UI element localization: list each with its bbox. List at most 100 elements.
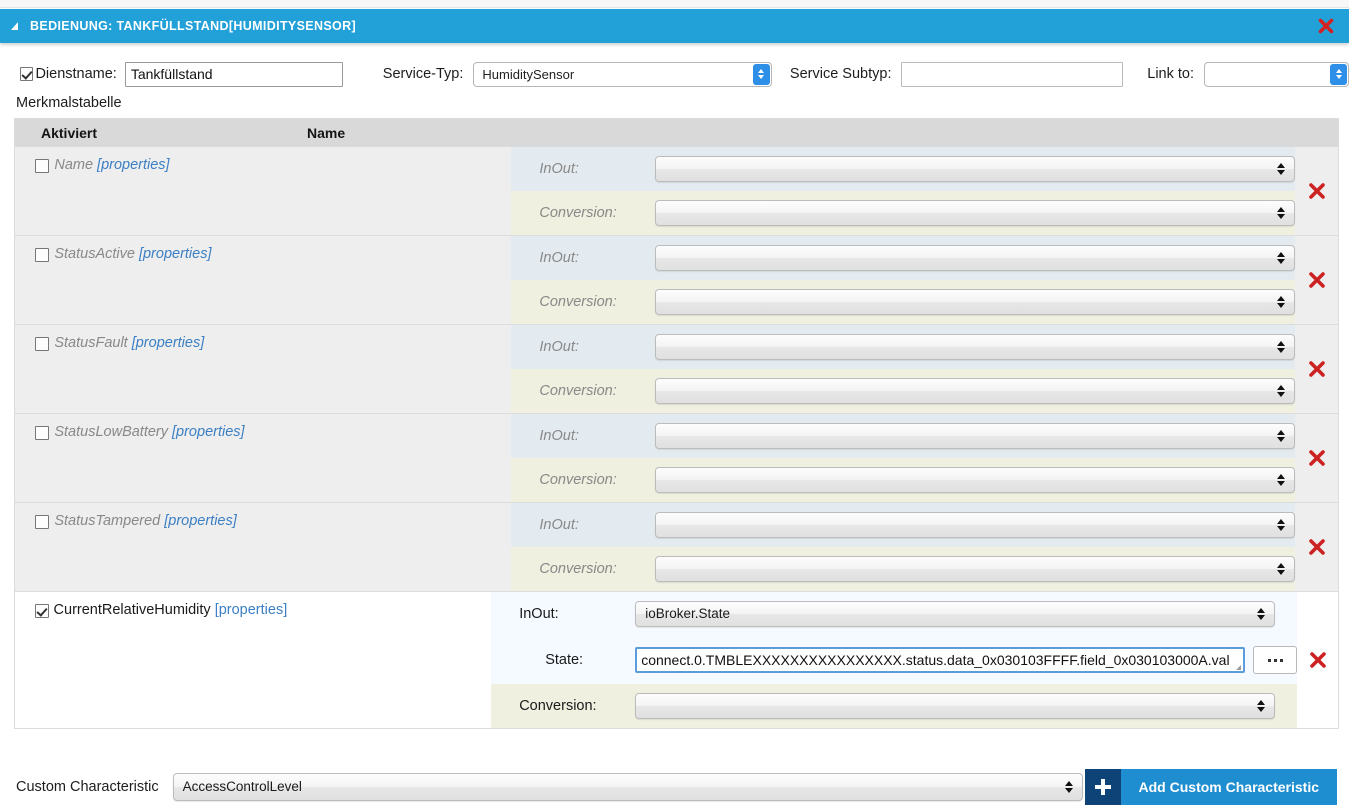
triangle-updown-icon [1277, 430, 1286, 442]
row-fields-cell: InOut: Conversion: [511, 147, 1296, 235]
row-name-cell: Name [properties] [54, 147, 511, 235]
conversion-subrow: Conversion: [511, 280, 1296, 324]
inout-select-0[interactable] [655, 156, 1296, 182]
inout-label: InOut: [539, 161, 579, 177]
row-enabled-checkbox[interactable] [35, 604, 49, 618]
state-label: State: [545, 652, 584, 668]
row-name-cell: StatusLowBattery [properties] [54, 414, 511, 502]
add-custom-characteristic-button[interactable]: Add Custom Characteristic [1084, 769, 1337, 805]
delete-x-icon[interactable] [1308, 650, 1328, 670]
properties-link[interactable]: [properties] [172, 424, 245, 440]
inout-select-2[interactable] [655, 334, 1296, 360]
column-header-enabled: Aktiviert [41, 125, 98, 141]
conversion-select-5[interactable] [635, 693, 1276, 719]
panel-title: BEDIENUNG: TANKFÜLLSTAND[HUMIDITYSENSOR] [30, 19, 357, 33]
conversion-subrow: Conversion: [511, 191, 1296, 235]
inout-select-5[interactable]: ioBroker.State [635, 601, 1276, 627]
characteristic-name: StatusLowBattery [54, 424, 169, 440]
inout-label: InOut: [539, 428, 579, 444]
row-name-cell: CurrentRelativeHumidity [properties] [54, 592, 492, 728]
row-fields-cell: InOut: Conversion: [511, 414, 1296, 502]
characteristics-table: Aktiviert Name Name [properties] InOut: Con… [14, 118, 1339, 729]
conversion-subrow: Conversion: [511, 547, 1296, 591]
conversion-label: Conversion: [539, 561, 617, 577]
resize-grip-icon[interactable] [1234, 647, 1243, 673]
servicetype-label: Service-Typ: [382, 66, 464, 82]
conversion-label: Conversion: [539, 383, 617, 399]
triangle-updown-icon [1277, 519, 1286, 531]
triangle-updown-icon [1277, 207, 1286, 219]
servicename-input[interactable] [124, 61, 343, 87]
conversion-select-0[interactable] [655, 200, 1296, 226]
table-row: Name [properties] InOut: Conversion: [15, 147, 1338, 236]
row-delete-cell [1297, 592, 1338, 728]
browse-state-button[interactable] [1253, 646, 1298, 674]
properties-link[interactable]: [properties] [215, 602, 288, 618]
triangle-updown-icon [1277, 474, 1286, 486]
conversion-select-4[interactable] [655, 556, 1296, 582]
inout-subrow: InOut: [511, 325, 1296, 369]
chevron-updown-icon [1330, 63, 1348, 85]
add-custom-characteristic-label: Add Custom Characteristic [1120, 769, 1337, 805]
conversion-subrow: Conversion: [511, 458, 1296, 502]
conversion-subrow: Conversion: [511, 369, 1296, 413]
inout-label: InOut: [539, 517, 579, 533]
inout-select-4[interactable] [655, 512, 1296, 538]
servicename-label: Dienstname: [35, 66, 117, 82]
linkto-select[interactable] [1204, 61, 1349, 87]
properties-link[interactable]: [properties] [164, 513, 237, 529]
row-enabled-checkbox[interactable] [35, 426, 49, 440]
row-enabled-checkbox[interactable] [35, 248, 49, 262]
inout-subrow: InOut: ioBroker.State [491, 592, 1298, 636]
servicetype-select[interactable]: HumiditySensor [473, 61, 772, 87]
custom-characteristic-value: AccessControlLevel [182, 779, 302, 794]
table-caption: Merkmalstabelle [16, 95, 122, 111]
conversion-select-2[interactable] [655, 378, 1296, 404]
conversion-select-1[interactable] [655, 289, 1296, 315]
delete-x-icon[interactable] [1307, 359, 1327, 379]
characteristic-name: StatusTampered [54, 513, 161, 529]
row-fields-cell: InOut: Conversion: [511, 503, 1296, 591]
servicesubtype-input[interactable] [901, 61, 1124, 87]
panel-header: BEDIENUNG: TANKFÜLLSTAND[HUMIDITYSENSOR] [0, 9, 1349, 43]
inout-label: InOut: [539, 339, 579, 355]
row-enabled-checkbox[interactable] [35, 515, 49, 529]
service-form-row: Dienstname: Service-Typ: HumiditySensor … [0, 58, 1349, 90]
inout-label: InOut: [539, 250, 579, 266]
conversion-label: Conversion: [539, 472, 617, 488]
custom-characteristic-select[interactable]: AccessControlLevel [172, 773, 1083, 801]
inout-select-3[interactable] [655, 423, 1296, 449]
delete-x-icon[interactable] [1307, 270, 1327, 290]
row-delete-cell [1295, 414, 1338, 502]
conversion-subrow: Conversion: [491, 684, 1298, 728]
inout-subrow: InOut: [511, 414, 1296, 458]
row-fields-cell: InOut: Conversion: [511, 236, 1296, 324]
row-delete-cell [1295, 503, 1338, 591]
row-enabled-checkbox[interactable] [35, 159, 49, 173]
triangle-updown-icon [1277, 341, 1286, 353]
properties-link[interactable]: [properties] [97, 157, 170, 173]
table-row: CurrentRelativeHumidity [properties] InOut… [15, 592, 1338, 729]
row-name-cell: StatusFault [properties] [54, 325, 511, 413]
characteristic-name: StatusActive [54, 246, 135, 262]
delete-x-icon[interactable] [1307, 448, 1327, 468]
row-enable-cell [15, 592, 54, 728]
state-input[interactable] [635, 647, 1246, 673]
inout-select-1[interactable] [655, 245, 1296, 271]
row-delete-cell [1295, 147, 1338, 235]
table-row: StatusLowBattery [properties] InOut: Conver… [15, 414, 1338, 503]
collapse-caret-icon[interactable] [10, 19, 24, 33]
close-x-icon[interactable] [1317, 17, 1335, 35]
characteristic-name: StatusFault [54, 335, 128, 351]
row-enable-cell [15, 503, 54, 591]
properties-link[interactable]: [properties] [139, 246, 212, 262]
delete-x-icon[interactable] [1307, 181, 1327, 201]
row-enabled-checkbox[interactable] [35, 337, 49, 351]
conversion-select-3[interactable] [655, 467, 1296, 493]
delete-x-icon[interactable] [1307, 537, 1327, 557]
triangle-updown-icon [1277, 252, 1286, 264]
servicename-checkbox[interactable] [20, 67, 34, 81]
triangle-updown-icon [1277, 296, 1286, 308]
properties-link[interactable]: [properties] [132, 335, 205, 351]
conversion-label: Conversion: [519, 698, 597, 714]
